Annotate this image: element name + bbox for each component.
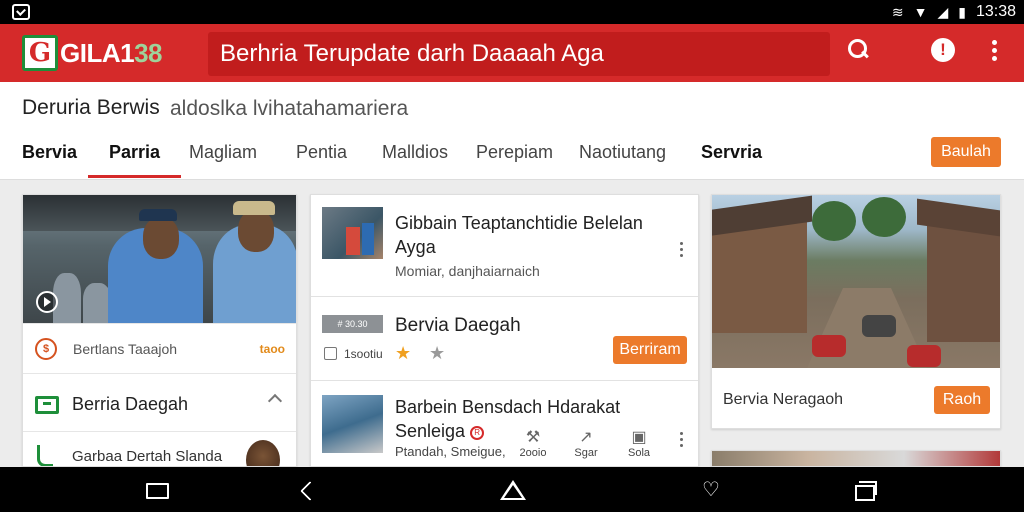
signal-icon: ◢: [937, 3, 949, 20]
tab-pentia[interactable]: Pentia: [296, 142, 347, 178]
news-title: Bervia Neragaoh: [723, 391, 844, 408]
news-photo-people[interactable]: [23, 195, 296, 323]
list-section-header[interactable]: Berria Daegah: [23, 373, 296, 431]
news-meta: Ptandah, Smeigue,: [395, 444, 506, 459]
search-icon[interactable]: [847, 38, 869, 60]
play-icon[interactable]: [36, 291, 58, 313]
search-input[interactable]: Berhria Terupdate darh Daaaah Aga: [208, 32, 830, 76]
logo-mark: G: [22, 35, 58, 71]
news-title: Gibbain Teaptanchtidie Belelan Ayga: [395, 213, 643, 257]
tab-naotiutang[interactable]: Naotiutang: [579, 142, 666, 178]
window-icon[interactable]: [144, 479, 169, 501]
action-chart[interactable]: ↗ Sgar: [566, 427, 606, 459]
money-icon: $: [35, 338, 57, 360]
tab-parria[interactable]: Parria: [88, 142, 182, 178]
tab-magliam[interactable]: Magliam: [189, 142, 257, 178]
news-thumbnail: [322, 395, 383, 453]
news-photo-street[interactable]: [712, 195, 1000, 368]
news-item[interactable]: # 30.30 Bervia Daegah 1sootiu ★ ★ Berrir…: [311, 297, 698, 381]
app-logo[interactable]: G GILA138: [22, 34, 162, 72]
right-card: Bervia Neragaoh Raoh: [711, 194, 1001, 429]
app-bar: G GILA138 Berhria Terupdate darh Daaaah …: [0, 24, 1024, 82]
chart-icon: ↗: [579, 429, 593, 446]
tab-perepiam[interactable]: Perepiam: [476, 142, 553, 178]
avatar: [246, 440, 280, 466]
recents-icon[interactable]: [853, 479, 877, 501]
next-card-preview[interactable]: [711, 450, 1001, 467]
back-icon[interactable]: [298, 479, 322, 501]
logo-text-main: GILA1: [60, 37, 135, 68]
star-filled-icon[interactable]: ★: [395, 343, 411, 364]
tab-servria[interactable]: Servria: [701, 142, 762, 178]
favorite-icon[interactable]: ♡: [699, 479, 723, 501]
news-thumbnail: # 30.30: [322, 315, 383, 333]
battery-icon: ▮: [958, 3, 966, 20]
more-vert-icon[interactable]: [990, 38, 998, 64]
header-action-button[interactable]: Baulah: [931, 137, 1001, 167]
system-nav-bar: ♡: [0, 467, 1024, 512]
more-vert-icon[interactable]: [678, 431, 684, 449]
gavel-icon: ⚒: [525, 429, 541, 446]
status-time: 13:38: [975, 3, 1016, 20]
status-icons: ≋ ▼ ◢ ▮ 13:38: [892, 0, 1016, 24]
list-item[interactable]: Garbaa Dertah Slanda: [23, 431, 296, 466]
alert-icon[interactable]: !: [931, 38, 955, 62]
home-icon[interactable]: [500, 479, 526, 501]
news-meta: 1sootiu: [344, 347, 383, 361]
tab-bervia[interactable]: Bervia: [22, 142, 77, 178]
notification-icon: [12, 4, 30, 20]
action-gavel[interactable]: ⚒ 2ooio: [513, 427, 553, 459]
chat-icon: ▣: [631, 429, 647, 446]
left-card: $ Bertlans Taaajoh taoo Berria Daegah Ga…: [22, 194, 297, 467]
section-title: Berria Daegah: [72, 394, 189, 414]
news-meta: Momiar, danjhaiarnaich: [395, 263, 540, 279]
vibrate-icon: ≋: [891, 3, 904, 20]
news-item[interactable]: Barbein Bensdach Hdarakat Senleiga R Pta…: [311, 381, 698, 466]
tab-malldios[interactable]: Malldios: [382, 142, 448, 178]
news-title: Bervia Daegah: [395, 315, 521, 336]
page-header: Deruria Berwis aldoslka lvihatahamariera…: [0, 82, 1024, 180]
middle-card: Gibbain Teaptanchtidie Belelan Ayga Momi…: [310, 194, 699, 467]
list-item-label: Bertlans Taaajoh: [73, 341, 178, 357]
list-item-badge: taoo: [259, 342, 285, 356]
status-bar: ≋ ▼ ◢ ▮ 13:38: [0, 0, 1024, 24]
logo-text-accent: 38: [134, 37, 162, 68]
wifi-icon: ▼: [913, 4, 928, 20]
news-item[interactable]: Gibbain Teaptanchtidie Belelan Ayga Momi…: [311, 195, 698, 297]
logo-text: GILA138: [60, 38, 162, 69]
category-tabs: Bervia Parria Magliam Pentia Malldios Pe…: [0, 134, 1024, 178]
news-action-button[interactable]: Berriram: [613, 336, 687, 364]
folder-icon: [35, 396, 59, 414]
action-chat[interactable]: ▣ Sola: [619, 427, 659, 459]
leaf-icon: [37, 445, 53, 466]
more-vert-icon[interactable]: [678, 241, 684, 259]
page-title: Deruria Berwis: [22, 96, 160, 119]
chevron-up-icon[interactable]: [267, 393, 283, 409]
star-icon[interactable]: ★: [429, 343, 445, 364]
page-subtitle: aldoslka lvihatahamariera: [170, 97, 409, 120]
news-action-button[interactable]: Raoh: [934, 386, 990, 414]
registered-icon: R: [470, 426, 485, 440]
news-thumbnail: [322, 207, 383, 259]
list-item[interactable]: $ Bertlans Taaajoh taoo: [23, 323, 296, 373]
checkbox[interactable]: [324, 347, 337, 360]
list-item-label: Garbaa Dertah Slanda: [72, 448, 223, 465]
